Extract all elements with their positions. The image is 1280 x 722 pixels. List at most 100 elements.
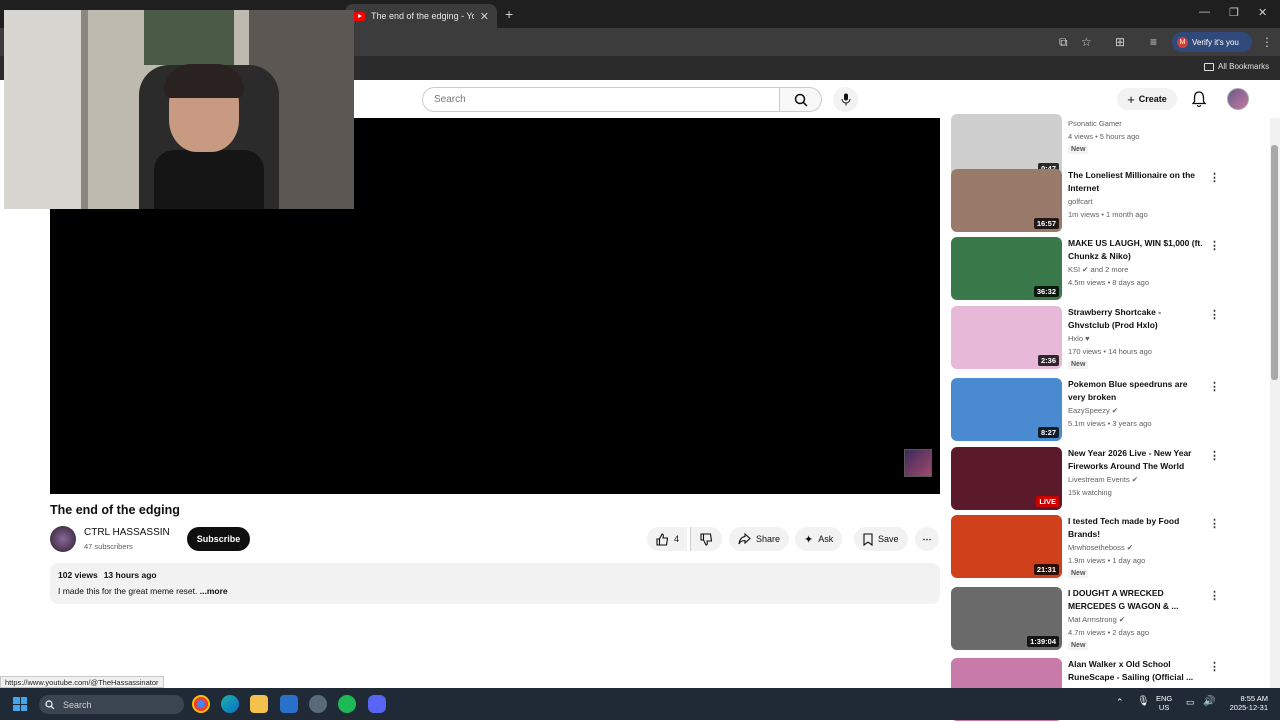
more-vertical-icon[interactable]: ⋮ (1209, 660, 1220, 673)
new-badge: New (1068, 569, 1089, 578)
recommendation-card[interactable]: 21:31 I tested Tech made by Food Brands! M… (951, 515, 1221, 579)
edge-app-icon[interactable] (221, 695, 239, 713)
dislike-button[interactable] (690, 527, 722, 551)
recommendation-thumbnail[interactable]: LIVE (951, 447, 1062, 510)
install-app-icon[interactable]: ⧉ (1059, 35, 1068, 50)
video-duration: 1:39:04 (1027, 636, 1059, 647)
recommendation-card[interactable]: 2:36 Strawberry Shortcake - Ghvstclub (Pr… (951, 306, 1221, 370)
recommendation-channel[interactable]: EazySpeezy ✔ (1068, 406, 1118, 415)
recommendation-title[interactable]: Strawberry Shortcake - Ghvstclub (Prod H… (1068, 306, 1203, 332)
more-horizontal-icon: ⋯ (922, 533, 932, 544)
more-vertical-icon[interactable]: ⋮ (1209, 380, 1220, 393)
recommendation-channel[interactable]: Psonatic Gamer (1068, 119, 1122, 128)
recommendation-thumbnail[interactable]: 2:36 (951, 306, 1062, 369)
description-box[interactable]: 102 views 13 hours ago I made this for t… (50, 563, 940, 604)
scrollbar-thumb[interactable] (1271, 145, 1278, 380)
thumbs-down-icon (700, 532, 713, 546)
bookmark-star-icon[interactable]: ☆ (1081, 35, 1092, 49)
recommendation-title[interactable]: Alan Walker x Old School RuneScape - Sai… (1068, 658, 1203, 684)
restore-icon[interactable]: ❐ (1229, 6, 1239, 19)
recommendation-channel[interactable]: KSI ✔ and 2 more (1068, 265, 1128, 274)
show-more-link[interactable]: ...more (200, 586, 228, 596)
recommendation-card[interactable]: 1:39:04 I DOUGHT A WRECKED MERCEDES G WAG… (951, 587, 1221, 651)
share-button[interactable]: Share (729, 527, 790, 551)
channel-watermark-icon[interactable] (904, 449, 932, 477)
recommendation-title[interactable]: Pokemon Blue speedruns are very broken (1068, 378, 1203, 404)
more-vertical-icon[interactable]: ⋮ (1209, 589, 1220, 602)
new-badge: New (1068, 145, 1089, 154)
recommendation-thumbnail[interactable]: 21:31 (951, 515, 1062, 578)
tab-youtube[interactable]: The end of the edging - YouTube ✕ (345, 4, 497, 28)
more-vertical-icon[interactable]: ⋮ (1209, 449, 1220, 462)
windows-start-icon[interactable] (13, 697, 27, 711)
notifications-bell-icon[interactable] (1190, 90, 1208, 108)
minimize-icon[interactable]: — (1199, 6, 1210, 18)
verify-profile-button[interactable]: M Verify it's you (1172, 32, 1252, 52)
new-tab-icon[interactable]: + (505, 6, 513, 22)
search-button[interactable] (780, 87, 822, 112)
recommendation-card[interactable]: LIVE New Year 2026 Live - New Year Firewo… (951, 447, 1221, 511)
recommendation-card[interactable]: 16:57 The Loneliest Millionaire on the In… (951, 169, 1221, 233)
tab-close-icon[interactable]: ✕ (480, 10, 489, 23)
recommendation-channel[interactable]: golfcart (1068, 197, 1093, 206)
obs-app-icon[interactable] (309, 695, 327, 713)
tray-chevron-icon[interactable]: ⌃ (1116, 698, 1124, 707)
network-icon[interactable]: ▭ (1186, 698, 1195, 707)
media-control-icon[interactable]: ≡ (1150, 35, 1157, 49)
recommendation-meta: 1.9m views • 1 day ago (1068, 556, 1146, 565)
clock[interactable]: 8:55 AM 2025-12-31 (1224, 694, 1268, 712)
create-button[interactable]: + Create (1117, 88, 1177, 110)
more-actions-button[interactable]: ⋯ (915, 527, 939, 551)
recommendation-thumbnail[interactable]: 8:27 (951, 378, 1062, 441)
like-button[interactable]: 4 (647, 527, 688, 551)
chrome-app-icon[interactable] (192, 695, 210, 713)
more-vertical-icon[interactable]: ⋮ (1209, 239, 1220, 252)
description-text: I made this for the great meme reset. (58, 586, 198, 596)
window-close-icon[interactable]: ✕ (1258, 6, 1267, 19)
recommendation-card[interactable]: 36:32 MAKE US LAUGH, WIN $1,000 (ft. Chun… (951, 237, 1221, 301)
search-input[interactable]: Search (422, 87, 780, 112)
file-explorer-icon[interactable] (250, 695, 268, 713)
more-vertical-icon[interactable]: ⋮ (1209, 517, 1220, 530)
channel-avatar[interactable] (50, 526, 76, 552)
language-indicator[interactable]: ENG US (1156, 694, 1172, 712)
search-icon (794, 93, 808, 107)
new-badge: New (1068, 360, 1089, 369)
more-vertical-icon[interactable]: ⋮ (1209, 171, 1220, 184)
voice-search-button[interactable] (833, 87, 858, 112)
share-icon (738, 533, 751, 545)
recommendation-title[interactable]: I tested Tech made by Food Brands! (1068, 515, 1203, 541)
like-count: 4 (674, 534, 680, 544)
video-duration: 36:32 (1033, 286, 1059, 297)
recommendation-title[interactable]: MAKE US LAUGH, WIN $1,000 (ft. Chunkz & … (1068, 237, 1203, 263)
recommendation-title[interactable]: The Loneliest Millionaire on the Interne… (1068, 169, 1203, 195)
save-button[interactable]: Save (854, 527, 908, 551)
channel-name[interactable]: CTRL HASSASSIN (84, 527, 170, 538)
recommendation-channel[interactable]: Livestream Events ✔ (1068, 475, 1138, 484)
subscribe-button[interactable]: Subscribe (187, 527, 250, 551)
more-vertical-icon[interactable]: ⋮ (1209, 308, 1220, 321)
spotify-app-icon[interactable] (338, 695, 356, 713)
mic-tray-icon[interactable]: 🎙 (1137, 697, 1150, 707)
recommendation-title[interactable]: I DOUGHT A WRECKED MERCEDES G WAGON & ..… (1068, 587, 1203, 613)
extensions-icon[interactable]: ⊞ (1115, 35, 1125, 49)
recommendation-title[interactable]: New Year 2026 Live - New Year Fireworks … (1068, 447, 1203, 473)
recommendation-card[interactable]: 8:27 Pokemon Blue speedruns are very brok… (951, 378, 1221, 442)
account-avatar[interactable] (1227, 88, 1249, 110)
recommendation-thumbnail[interactable]: 1:39:04 (951, 587, 1062, 650)
recommendation-meta: 4.5m views • 8 days ago (1068, 278, 1149, 287)
taskbar-search[interactable]: Search (39, 695, 184, 714)
browser-menu-icon[interactable]: ⋮ (1261, 35, 1273, 49)
recommendation-thumbnail[interactable]: 16:57 (951, 169, 1062, 232)
recommendation-thumbnail[interactable]: 36:32 (951, 237, 1062, 300)
recommendation-thumbnail[interactable]: 0:47 (951, 114, 1062, 177)
calculator-app-icon[interactable] (280, 695, 298, 713)
all-bookmarks-button[interactable]: All Bookmarks (1204, 62, 1269, 71)
ask-button[interactable]: ✦ Ask (795, 527, 843, 551)
recommendation-channel[interactable]: Mat Armstrong ✔ (1068, 615, 1125, 624)
view-count: 102 views (58, 570, 98, 580)
volume-icon[interactable]: 🔊 (1203, 697, 1215, 707)
discord-app-icon[interactable] (368, 695, 386, 713)
recommendation-channel[interactable]: Mrwhosetheboss ✔ (1068, 543, 1133, 552)
recommendation-channel[interactable]: Hxlo ♥ (1068, 334, 1090, 343)
